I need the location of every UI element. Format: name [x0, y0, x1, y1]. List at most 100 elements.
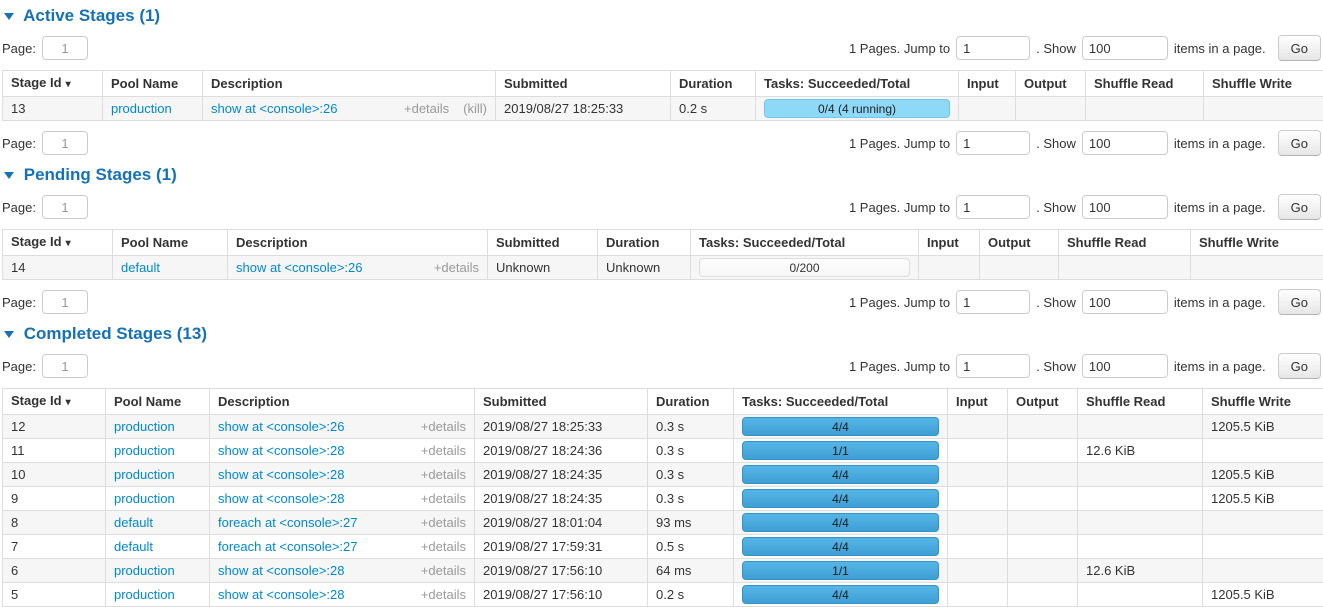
pool-link[interactable]: default	[121, 260, 160, 275]
column-header-input[interactable]: Input	[948, 389, 1008, 415]
description-link[interactable]: show at <console>:28	[218, 563, 344, 578]
description-link[interactable]: show at <console>:28	[218, 491, 344, 506]
details-link[interactable]: +details	[404, 101, 449, 116]
jump-to-page-input[interactable]	[956, 195, 1030, 219]
tasks-progress-bar: 4/4	[742, 465, 939, 484]
column-header-tasks-succeeded-total[interactable]: Tasks: Succeeded/Total	[756, 71, 959, 97]
pool-link[interactable]: production	[114, 419, 175, 434]
column-header-output[interactable]: Output	[1008, 389, 1078, 415]
stage-id-cell: 12	[3, 415, 106, 439]
column-header-duration[interactable]: Duration	[671, 71, 756, 97]
column-header-shuffle-write[interactable]: Shuffle Write	[1203, 389, 1323, 415]
show-items-input[interactable]	[1082, 36, 1168, 60]
go-button[interactable]: Go	[1278, 194, 1321, 220]
column-header-stage-id[interactable]: Stage Id▾	[3, 230, 113, 256]
column-header-input[interactable]: Input	[919, 230, 980, 256]
pool-link[interactable]: default	[114, 539, 153, 554]
go-button[interactable]: Go	[1278, 289, 1321, 315]
column-header-submitted[interactable]: Submitted	[475, 389, 648, 415]
column-header-shuffle-read[interactable]: Shuffle Read	[1078, 389, 1203, 415]
column-header-tasks-succeeded-total[interactable]: Tasks: Succeeded/Total	[734, 389, 948, 415]
table-row: 5productionshow at <console>:28+details2…	[3, 583, 1323, 607]
details-link[interactable]: +details	[421, 443, 466, 458]
description-link[interactable]: foreach at <console>:27	[218, 539, 358, 554]
show-items-input[interactable]	[1082, 354, 1168, 378]
column-header-pool-name[interactable]: Pool Name	[113, 230, 228, 256]
column-header-description[interactable]: Description	[210, 389, 475, 415]
column-header-submitted[interactable]: Submitted	[496, 71, 671, 97]
stage-id-cell: 11	[3, 439, 106, 463]
details-link[interactable]: +details	[434, 260, 479, 275]
pool-link[interactable]: production	[114, 443, 175, 458]
column-header-pool-name[interactable]: Pool Name	[103, 71, 203, 97]
jump-to-page-input[interactable]	[956, 354, 1030, 378]
pool-link[interactable]: production	[114, 587, 175, 602]
details-link[interactable]: +details	[421, 467, 466, 482]
details-link[interactable]: +details	[421, 515, 466, 530]
pagination-right: 1 Pages. Jump to . Show items in a page.…	[849, 194, 1321, 220]
column-header-pool-name[interactable]: Pool Name	[106, 389, 210, 415]
jump-to-page-input[interactable]	[956, 36, 1030, 60]
column-header-description[interactable]: Description	[228, 230, 488, 256]
pool-link[interactable]: production	[114, 467, 175, 482]
show-items-input[interactable]	[1082, 290, 1168, 314]
column-header-shuffle-read[interactable]: Shuffle Read	[1086, 71, 1204, 97]
details-link[interactable]: +details	[421, 563, 466, 578]
page-number-input[interactable]	[42, 36, 88, 60]
column-header-duration[interactable]: Duration	[648, 389, 734, 415]
output-cell	[1008, 415, 1078, 439]
column-header-tasks-succeeded-total[interactable]: Tasks: Succeeded/Total	[691, 230, 919, 256]
table-row: 6productionshow at <console>:28+details2…	[3, 559, 1323, 583]
pool-link[interactable]: default	[114, 515, 153, 530]
output-cell	[1008, 439, 1078, 463]
page-number-input[interactable]	[42, 195, 88, 219]
description-link[interactable]: show at <console>:26	[218, 419, 344, 434]
column-header-shuffle-write[interactable]: Shuffle Write	[1191, 230, 1323, 256]
description-link[interactable]: show at <console>:28	[218, 443, 344, 458]
description-link[interactable]: show at <console>:28	[218, 587, 344, 602]
column-label: Duration	[679, 76, 732, 91]
pool-link[interactable]: production	[111, 101, 172, 116]
description-link[interactable]: show at <console>:26	[211, 101, 337, 116]
details-link[interactable]: +details	[421, 587, 466, 602]
input-cell	[948, 487, 1008, 511]
details-link[interactable]: +details	[421, 419, 466, 434]
page-number-input[interactable]	[42, 354, 88, 378]
go-button[interactable]: Go	[1278, 130, 1321, 156]
column-header-input[interactable]: Input	[959, 71, 1016, 97]
column-header-description[interactable]: Description	[203, 71, 496, 97]
items-per-page-text: items in a page.	[1174, 41, 1266, 56]
column-header-submitted[interactable]: Submitted	[488, 230, 598, 256]
show-items-input[interactable]	[1082, 195, 1168, 219]
description-link[interactable]: show at <console>:26	[236, 260, 362, 275]
section-header[interactable]: Active Stages (1)	[4, 6, 1321, 26]
column-header-stage-id[interactable]: Stage Id▾	[3, 71, 103, 97]
details-link[interactable]: +details	[421, 491, 466, 506]
column-label: Shuffle Write	[1211, 394, 1291, 409]
table-row: 14defaultshow at <console>:26+detailsUnk…	[3, 256, 1323, 280]
table-row: 13productionshow at <console>:26+details…	[3, 97, 1323, 121]
column-header-output[interactable]: Output	[980, 230, 1059, 256]
column-header-output[interactable]: Output	[1016, 71, 1086, 97]
column-label: Tasks: Succeeded/Total	[699, 235, 845, 250]
column-header-shuffle-write[interactable]: Shuffle Write	[1204, 71, 1323, 97]
go-button[interactable]: Go	[1278, 353, 1321, 379]
show-items-input[interactable]	[1082, 131, 1168, 155]
details-link[interactable]: +details	[421, 539, 466, 554]
page-number-input[interactable]	[42, 290, 88, 314]
section-header[interactable]: Pending Stages (1)	[4, 165, 1321, 185]
column-header-shuffle-read[interactable]: Shuffle Read	[1059, 230, 1191, 256]
go-button[interactable]: Go	[1278, 35, 1321, 61]
kill-link[interactable]: (kill)	[463, 101, 487, 116]
jump-to-page-input[interactable]	[956, 290, 1030, 314]
pool-link[interactable]: production	[114, 491, 175, 506]
jump-to-page-input[interactable]	[956, 131, 1030, 155]
pool-link[interactable]: production	[114, 563, 175, 578]
page-number-input[interactable]	[42, 131, 88, 155]
description-link[interactable]: show at <console>:28	[218, 467, 344, 482]
column-header-duration[interactable]: Duration	[598, 230, 691, 256]
description-cell: show at <console>:28 +details	[210, 463, 475, 487]
section-header[interactable]: Completed Stages (13)	[4, 324, 1321, 344]
description-link[interactable]: foreach at <console>:27	[218, 515, 358, 530]
column-header-stage-id[interactable]: Stage Id▾	[3, 389, 106, 415]
